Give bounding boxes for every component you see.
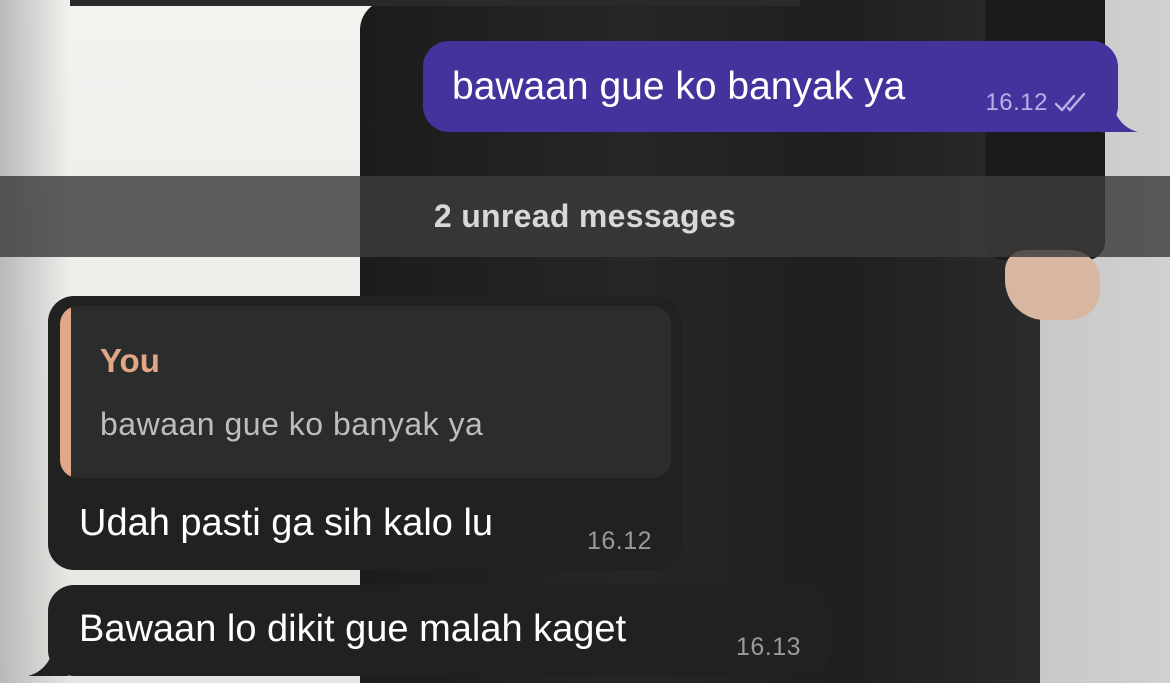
reply-quoted-text: bawaan gue ko banyak ya <box>100 406 484 442</box>
reply-accent-bar <box>60 306 71 478</box>
message-text: Bawaan lo dikit gue malah kaget <box>79 608 627 650</box>
message-time: 16.12 <box>586 527 652 555</box>
message-text: bawaan gue ko banyak ya <box>452 65 906 108</box>
unread-messages-label: 2 unread messages <box>433 198 737 234</box>
unread-messages-separator: 2 unread messages <box>0 176 1170 257</box>
message-time: 16.13 <box>735 633 801 661</box>
message-text: Udah pasti ga sih kalo lu <box>79 502 494 544</box>
message-meta: 16.12 <box>985 89 1090 117</box>
reply-quote[interactable]: You bawaan gue ko banyak ya <box>60 306 671 478</box>
message-time: 16.12 <box>985 89 1048 116</box>
outgoing-message-bubble[interactable]: bawaan gue ko banyak ya 16.12 <box>423 41 1138 132</box>
bubble-tail-icon <box>1098 92 1138 132</box>
message-list: bawaan gue ko banyak ya 16.12 2 unread m… <box>0 0 1170 683</box>
incoming-message-bubble[interactable]: Bawaan lo dikit gue malah kaget 16.13 <box>28 585 831 676</box>
reply-author: You <box>100 342 160 379</box>
bubble-tail-icon <box>28 636 68 676</box>
incoming-message-bubble[interactable]: You bawaan gue ko banyak ya Udah pasti g… <box>48 296 682 570</box>
double-check-icon <box>1054 92 1086 112</box>
